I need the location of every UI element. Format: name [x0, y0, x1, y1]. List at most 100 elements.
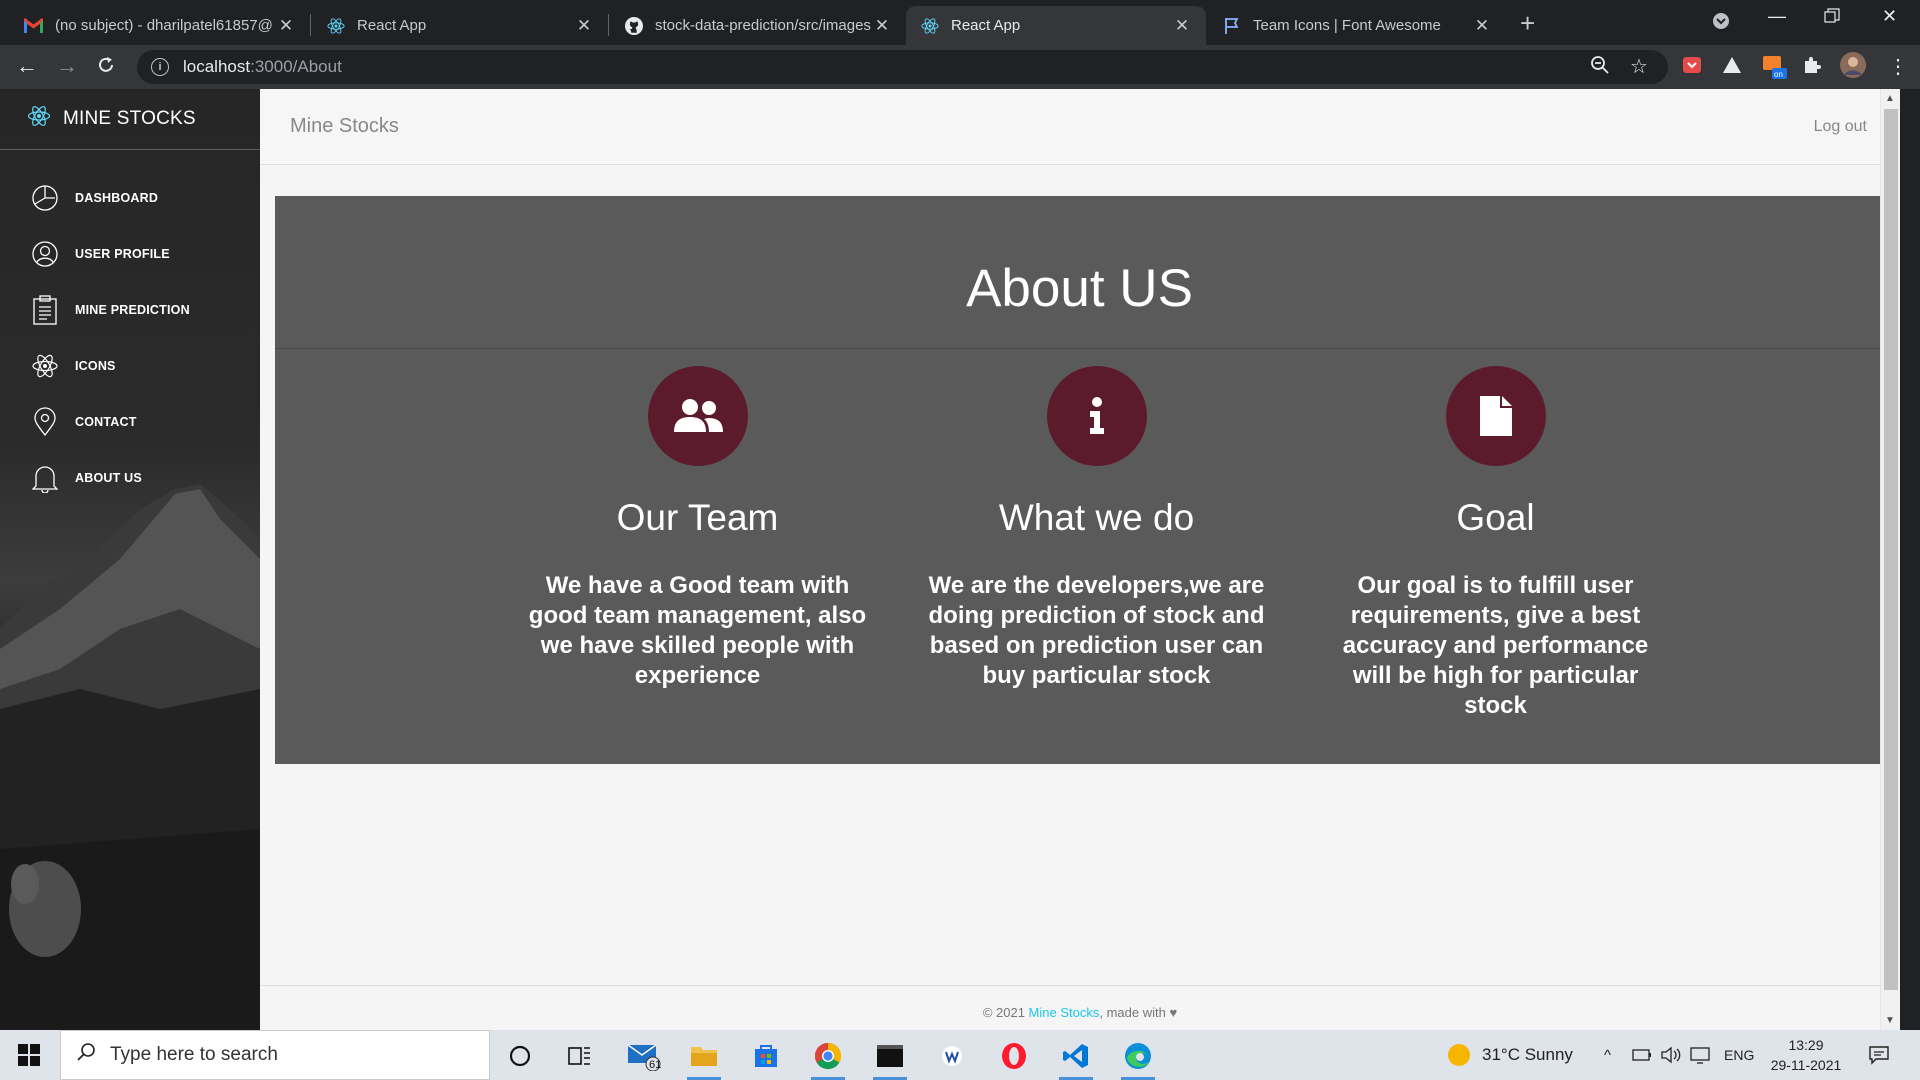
chrome-icon[interactable]: [808, 1038, 848, 1080]
page-title: About US: [966, 259, 1193, 318]
mail-app-icon[interactable]: 61: [624, 1038, 664, 1074]
sidebar-item-label: ABOUT US: [75, 471, 142, 485]
close-tab-icon[interactable]: ✕: [276, 16, 296, 36]
tab-title: React App: [951, 17, 1021, 34]
sidebar-item-dashboard[interactable]: DASHBOARD: [0, 170, 260, 226]
svg-text:on: on: [1774, 70, 1783, 79]
volume-icon[interactable]: [1660, 1030, 1682, 1080]
search-placeholder: Type here to search: [110, 1044, 278, 1065]
restore-icon[interactable]: [1824, 8, 1840, 29]
browser-menu-icon[interactable]: ⋮: [1888, 55, 1908, 79]
scroll-down-icon[interactable]: ▼: [1885, 1015, 1895, 1026]
clipboard-icon: [30, 295, 60, 325]
browser-tab-strip: (no subject) - dharilpatel61857@ ✕ React…: [0, 0, 1920, 45]
sidebar-item-mine-prediction[interactable]: MINE PREDICTION: [0, 282, 260, 338]
weather-widget[interactable]: 31°C Sunny: [1448, 1030, 1573, 1080]
forward-arrow-icon[interactable]: →: [56, 55, 78, 77]
footer-copyright: © 2021: [982, 1005, 1029, 1020]
app-icon[interactable]: [932, 1038, 972, 1074]
tab-title: Team Icons | Font Awesome: [1253, 17, 1441, 34]
close-tab-icon[interactable]: ✕: [872, 16, 892, 36]
footer-made-with: , made with ♥: [1099, 1005, 1178, 1020]
minimize-icon[interactable]: —: [1768, 6, 1786, 27]
react-icon: [326, 16, 345, 35]
bell-icon: [30, 463, 60, 493]
extension-triangle-icon[interactable]: [1722, 55, 1742, 81]
users-icon: [647, 366, 748, 466]
footer: © 2021 Mine Stocks, made with ♥: [260, 985, 1900, 1030]
close-tab-icon[interactable]: ✕: [1472, 16, 1492, 36]
gmail-icon: [24, 16, 43, 35]
taskbar: Type here to search 61 31°C Sunny ^ ENG …: [0, 1030, 1920, 1080]
vscode-icon[interactable]: [1056, 1038, 1096, 1080]
search-icon: [76, 1042, 96, 1068]
card-title: Goal: [1456, 497, 1535, 538]
sidebar-item-about-us[interactable]: ABOUT US: [0, 450, 260, 506]
clock-time: 13:29: [1788, 1037, 1824, 1053]
back-arrow-icon[interactable]: ←: [16, 55, 38, 77]
sidebar-item-user-profile[interactable]: USER PROFILE: [0, 226, 260, 282]
store-icon[interactable]: [746, 1038, 786, 1074]
extensions-puzzle-icon[interactable]: [1802, 55, 1822, 81]
sidebar-item-label: USER PROFILE: [75, 247, 170, 261]
new-tab-button[interactable]: +: [1520, 8, 1535, 39]
tab-github[interactable]: stock-data-prediction/src/images ✕: [610, 6, 906, 45]
language-indicator[interactable]: ENG: [1724, 1030, 1754, 1080]
navbar-title[interactable]: Mine Stocks: [290, 115, 399, 138]
url-path: :3000/About: [250, 57, 342, 76]
close-tab-icon[interactable]: ✕: [1172, 16, 1192, 36]
tab-react-app-active[interactable]: React App ✕: [906, 6, 1206, 45]
sidebar-item-contact[interactable]: CONTACT: [0, 394, 260, 450]
close-window-icon[interactable]: ✕: [1882, 6, 1897, 27]
sidebar-item-label: DASHBOARD: [75, 191, 159, 205]
taskbar-search-box[interactable]: Type here to search: [60, 1030, 490, 1080]
profile-avatar[interactable]: [1840, 52, 1866, 84]
file-icon: [1445, 366, 1546, 466]
tab-gmail[interactable]: (no subject) - dharilpatel61857@ ✕: [10, 6, 310, 45]
sidebar-item-icons[interactable]: ICONS: [0, 338, 260, 394]
address-bar[interactable]: i localhost:3000/About: [137, 50, 1668, 84]
page-scrollbar[interactable]: ▲ ▼: [1880, 89, 1900, 1030]
zoom-icon[interactable]: [1590, 55, 1610, 81]
pie-chart-icon: [30, 183, 60, 213]
tab-react-app[interactable]: React App ✕: [312, 6, 608, 45]
sidebar: MINE STOCKS DASHBOARD USER PROFILE MINE …: [0, 89, 260, 1030]
info-icon: [1046, 366, 1147, 466]
taskbar-clock[interactable]: 13:29 29-11-2021: [1766, 1035, 1846, 1075]
terminal-icon[interactable]: [870, 1038, 910, 1080]
opera-icon[interactable]: [994, 1038, 1034, 1074]
network-icon[interactable]: [1690, 1030, 1710, 1080]
tab-font-awesome[interactable]: Team Icons | Font Awesome ✕: [1208, 6, 1506, 45]
sidebar-item-label: MINE PREDICTION: [75, 303, 190, 317]
site-info-icon[interactable]: i: [151, 58, 169, 76]
reload-icon[interactable]: [96, 55, 116, 79]
card-text: Our goal is to fulfill user requirements…: [1342, 572, 1649, 719]
close-tab-icon[interactable]: ✕: [574, 16, 594, 36]
extension-translate-icon[interactable]: on: [1762, 55, 1788, 87]
tab-title: (no subject) - dharilpatel61857@: [55, 17, 273, 34]
scrollbar-thumb[interactable]: [1884, 109, 1898, 990]
task-view-icon[interactable]: [560, 1038, 600, 1074]
flag-icon: [1222, 16, 1241, 35]
bookmark-star-icon[interactable]: ☆: [1630, 55, 1648, 79]
url-host: localhost: [183, 57, 251, 76]
tab-title: stock-data-prediction/src/images: [655, 17, 871, 34]
card-title: What we do: [998, 497, 1195, 538]
tab-search-icon[interactable]: [1712, 12, 1730, 35]
cortana-icon[interactable]: [500, 1038, 540, 1074]
edge-icon[interactable]: [1118, 1038, 1158, 1080]
sidebar-brand[interactable]: MINE STOCKS: [0, 89, 260, 150]
extension-pocket-icon[interactable]: [1682, 55, 1702, 81]
logout-link[interactable]: Log out: [1814, 118, 1867, 136]
battery-icon[interactable]: [1632, 1030, 1652, 1080]
react-logo-icon: [27, 104, 51, 134]
tray-chevron-icon[interactable]: ^: [1604, 1030, 1611, 1080]
footer-link[interactable]: Mine Stocks: [1029, 1005, 1100, 1020]
windows-start-icon[interactable]: [18, 1044, 40, 1071]
scroll-up-icon[interactable]: ▲: [1885, 93, 1895, 104]
about-card-team: Our Team We have a Good team with good t…: [525, 366, 870, 721]
card-text: We have a Good team with good team manag…: [528, 572, 867, 689]
file-explorer-icon[interactable]: [684, 1038, 724, 1080]
sidebar-item-label: ICONS: [75, 359, 116, 373]
notifications-icon[interactable]: [1868, 1030, 1890, 1080]
